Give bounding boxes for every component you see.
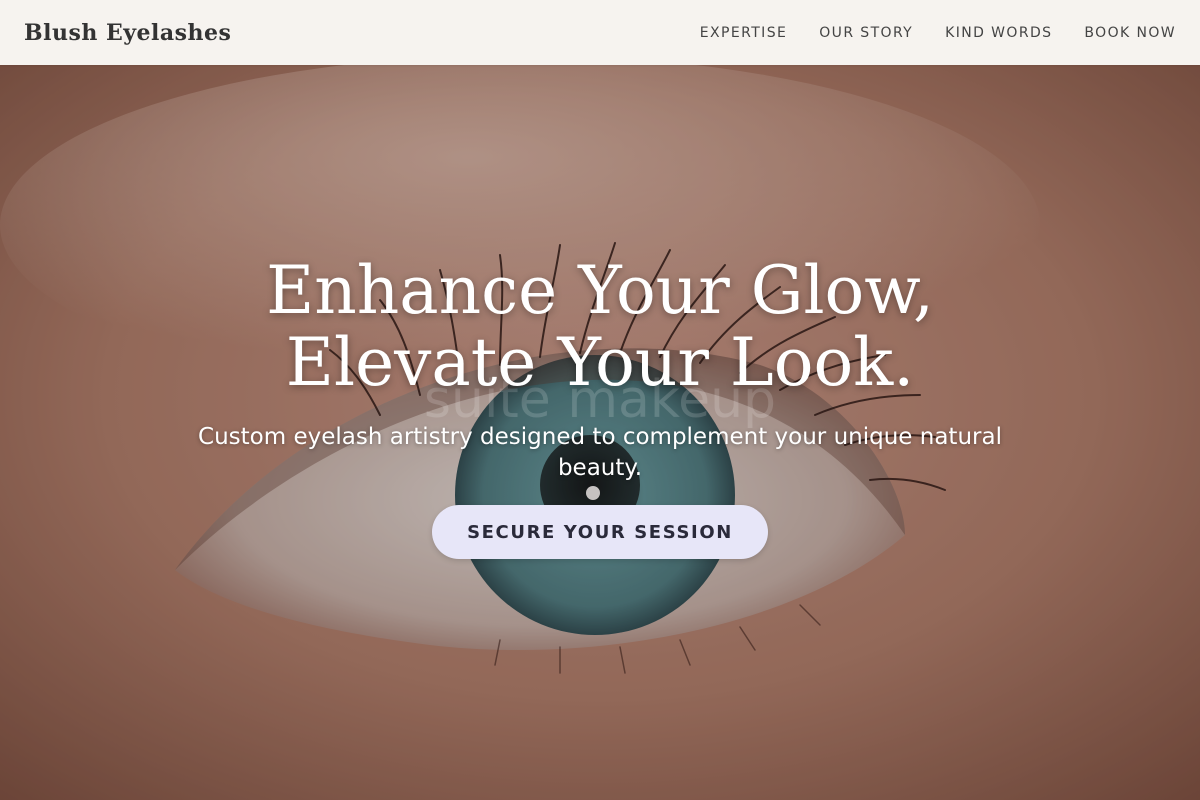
hero-title-line-2: Elevate Your Look. xyxy=(285,324,915,401)
nav-link-kind-words[interactable]: KIND WORDS xyxy=(945,25,1052,41)
site-header: Blush Eyelashes EXPERTISE OUR STORY KIND… xyxy=(0,0,1200,65)
brand-logo[interactable]: Blush Eyelashes xyxy=(24,20,231,46)
hero-title-line-1: Enhance Your Glow, xyxy=(266,252,934,329)
hero-title: Enhance Your Glow, Elevate Your Look. xyxy=(150,255,1050,399)
page: Blush Eyelashes EXPERTISE OUR STORY KIND… xyxy=(0,0,1200,800)
nav-link-book-now[interactable]: BOOK NOW xyxy=(1084,25,1176,41)
hero-section: suite makeup Enhance Your Glow, Elevate … xyxy=(0,65,1200,800)
main-nav: EXPERTISE OUR STORY KIND WORDS BOOK NOW xyxy=(700,25,1176,41)
hero-content: suite makeup Enhance Your Glow, Elevate … xyxy=(0,65,1200,800)
nav-link-our-story[interactable]: OUR STORY xyxy=(819,25,913,41)
nav-link-expertise[interactable]: EXPERTISE xyxy=(700,25,787,41)
hero-subtitle: Custom eyelash artistry designed to comp… xyxy=(198,424,1002,481)
secure-session-button[interactable]: SECURE YOUR SESSION xyxy=(432,505,768,559)
